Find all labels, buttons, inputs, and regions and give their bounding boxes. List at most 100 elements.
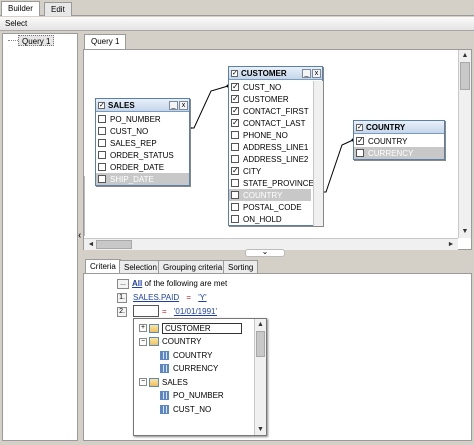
customer-field-row[interactable]: ADDRESS_LINE2	[229, 153, 311, 165]
field-picker-vscroll[interactable]: ▲ ▼	[254, 319, 266, 435]
country-field-label: COUNTRY	[368, 136, 408, 146]
field-icon	[160, 391, 169, 400]
criteria-row-1-field[interactable]: SALES.PAID	[133, 293, 179, 302]
country-field-row[interactable]: ✓ COUNTRY	[354, 135, 444, 147]
customer-field-checkbox[interactable]: ✓	[231, 167, 239, 175]
field-picker-dropdown[interactable]: + CUSTOMER − COUNTRY COUNTRY CURRENCY − SALES PO…	[133, 318, 267, 436]
customer-field-row[interactable]: ✓ CUSTOMER	[229, 93, 311, 105]
customer-field-checkbox[interactable]: ✓	[231, 107, 239, 115]
field-picker-down-arrow[interactable]: ▼	[255, 424, 266, 435]
sales-field-checkbox[interactable]	[98, 151, 106, 159]
customer-field-checkbox[interactable]: ✓	[231, 95, 239, 103]
table-country-checkbox[interactable]: ✓	[356, 123, 363, 131]
table-sales-header[interactable]: ✓ SALES _ x	[96, 99, 189, 112]
sales-field-checkbox[interactable]	[98, 127, 106, 135]
table-sales-minimize-button[interactable]: _	[169, 100, 178, 110]
table-sales[interactable]: ✓ SALES _ x PO_NUMBER CUST_NO SALES_REP ORD…	[95, 98, 190, 186]
criteria-row-2-number[interactable]: 2.	[117, 307, 127, 317]
tree-field-node[interactable]: COUNTRY	[160, 349, 212, 361]
criteria-all-link[interactable]: All	[132, 279, 142, 288]
customer-field-checkbox[interactable]	[231, 203, 239, 211]
criteria-row-1-operator[interactable]: =	[186, 293, 191, 302]
customer-field-row[interactable]: ✓ CUST_NO	[229, 81, 311, 93]
sales-field-checkbox[interactable]	[98, 115, 106, 123]
customer-field-checkbox[interactable]	[231, 143, 239, 151]
sales-field-row[interactable]: ✓ SHIP_DATE	[96, 173, 189, 185]
sales-field-label: PO_NUMBER	[110, 114, 161, 124]
expand-icon[interactable]: +	[139, 324, 147, 332]
criteria-menu-button[interactable]: ...	[117, 279, 129, 289]
customer-field-checkbox[interactable]	[231, 155, 239, 163]
tree-field-node[interactable]: PO_NUMBER	[160, 390, 224, 402]
tree-node-label: CUST_NO	[173, 404, 212, 414]
criteria-row-2-value[interactable]: '01/01/1991'	[174, 307, 217, 316]
tab-grouping-criteria[interactable]: Grouping criteria	[158, 260, 228, 273]
field-icon	[160, 364, 169, 373]
customer-field-row[interactable]: ON_HOLD	[229, 213, 311, 225]
sales-field-checkbox[interactable]	[98, 139, 106, 147]
field-icon	[160, 350, 169, 360]
customer-field-row[interactable]: ✓ CONTACT_FIRST	[229, 105, 311, 117]
customer-field-checkbox[interactable]	[231, 179, 239, 187]
splitter-down-icon[interactable]: ⌄	[245, 248, 285, 257]
criteria-row-1-number[interactable]: 1.	[117, 293, 127, 303]
collapse-icon[interactable]: −	[139, 378, 147, 386]
customer-field-row[interactable]: ✓ CONTACT_LAST	[229, 117, 311, 129]
sales-field-row[interactable]: CUST_NO	[96, 125, 189, 137]
table-customer-checkbox[interactable]: ✓	[231, 69, 238, 77]
customer-field-checkbox[interactable]: ✓	[231, 119, 239, 127]
country-field-row[interactable]: CURRENCY	[354, 147, 444, 159]
customer-field-row[interactable]: ADDRESS_LINE1	[229, 141, 311, 153]
tree-table-node[interactable]: − COUNTRY	[139, 336, 201, 348]
customer-field-checkbox[interactable]	[231, 215, 239, 223]
tree-node-label: CURRENCY	[173, 364, 219, 373]
table-country[interactable]: ✓ COUNTRY ✓ COUNTRY CURRENCY	[353, 120, 445, 160]
customer-field-row[interactable]: PHONE_NO	[229, 129, 311, 141]
tab-criteria[interactable]: Criteria	[85, 259, 121, 273]
field-icon	[160, 404, 169, 414]
table-customer-header[interactable]: ✓ CUSTOMER _ x	[229, 67, 322, 80]
criteria-row-1-value[interactable]: 'Y'	[198, 293, 206, 302]
tree-field-node[interactable]: CUST_NO	[160, 403, 211, 415]
field-picker-thumb[interactable]	[256, 331, 265, 357]
tree-node-label: SALES	[162, 377, 188, 387]
collapse-icon[interactable]: −	[139, 337, 147, 346]
table-customer[interactable]: ✓ CUSTOMER _ x ✓ CUST_NO ✓ CUSTOMER ✓ CONTACT…	[228, 66, 323, 226]
customer-field-label: CONTACT_FIRST	[243, 106, 309, 116]
country-field-checkbox[interactable]	[356, 149, 364, 157]
criteria-row-2-field-input[interactable]	[133, 305, 159, 317]
tab-sorting[interactable]: Sorting	[223, 260, 259, 273]
customer-field-row[interactable]: POSTAL_CODE	[229, 201, 311, 213]
country-field-checkbox[interactable]: ✓	[356, 137, 364, 145]
sales-field-checkbox[interactable]: ✓	[98, 175, 106, 183]
table-customer-minimize-button[interactable]: _	[302, 68, 311, 78]
sales-field-row[interactable]: PO_NUMBER	[96, 113, 189, 125]
customer-field-row[interactable]: ✓ CITY	[229, 165, 311, 177]
sales-field-checkbox[interactable]	[98, 163, 106, 171]
customer-field-checkbox[interactable]	[231, 131, 239, 139]
table-sales-fields: PO_NUMBER CUST_NO SALES_REP ORDER_STATUS ORD…	[96, 112, 189, 185]
customer-field-row[interactable]: COUNTRY	[229, 189, 311, 201]
tree-table-node[interactable]: − SALES	[139, 376, 188, 388]
criteria-row-2-operator[interactable]: =	[162, 307, 167, 316]
table-country-header[interactable]: ✓ COUNTRY	[354, 121, 444, 134]
customer-field-checkbox[interactable]: ✓	[231, 83, 239, 91]
table-icon	[149, 337, 159, 346]
tree-node-label: COUNTRY	[162, 337, 202, 346]
join-sales-customer	[190, 85, 229, 129]
customer-field-row[interactable]: STATE_PROVINCE	[229, 177, 314, 189]
tab-selection[interactable]: Selection	[119, 260, 162, 273]
field-picker-up-arrow[interactable]: ▲	[255, 319, 266, 330]
tree-field-node[interactable]: CURRENCY	[160, 363, 218, 375]
table-sales-close-button[interactable]: x	[179, 100, 188, 110]
sales-field-row[interactable]: ORDER_DATE	[96, 161, 189, 173]
customer-field-checkbox[interactable]	[231, 191, 239, 199]
field-tree: + CUSTOMER − COUNTRY COUNTRY CURRENCY − SALES PO…	[134, 319, 254, 436]
customer-field-label: POSTAL_CODE	[243, 202, 302, 212]
tree-table-node[interactable]: + CUSTOMER	[139, 322, 242, 334]
table-customer-close-button[interactable]: x	[312, 68, 321, 78]
table-customer-vscroll[interactable]	[313, 81, 323, 226]
sales-field-row[interactable]: ORDER_STATUS	[96, 149, 189, 161]
sales-field-row[interactable]: SALES_REP	[96, 137, 189, 149]
table-sales-checkbox[interactable]: ✓	[98, 101, 105, 109]
